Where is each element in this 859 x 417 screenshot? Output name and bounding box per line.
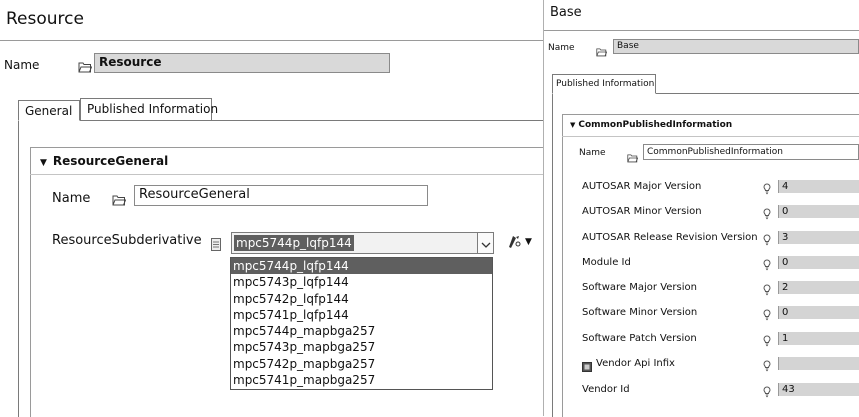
bulb-icon — [763, 180, 771, 195]
vendor-api-icon — [582, 357, 592, 376]
property-label: Vendor Api Infix — [596, 358, 675, 369]
common-name-label: Name — [579, 148, 606, 158]
property-value[interactable]: 0 — [778, 205, 859, 218]
property-value[interactable]: 1 — [778, 332, 859, 345]
property-label: Software Major Version — [582, 282, 697, 293]
property-label: Module Id — [582, 257, 631, 268]
subderivative-label: ResourceSubderivative — [52, 233, 202, 248]
right-panel: Base Name Base Published Information ▼ Co… — [544, 0, 859, 417]
property-value[interactable]: 43 — [778, 383, 859, 396]
folder-icon — [627, 148, 639, 167]
property-value[interactable]: 4 — [778, 180, 859, 193]
section-divider — [30, 174, 543, 175]
name-label: Name — [4, 58, 40, 72]
property-value[interactable]: 3 — [778, 231, 859, 244]
combobox-selected-value: mpc5744p_lqfp144 — [234, 235, 354, 251]
panel-title: Base — [550, 5, 582, 20]
collapse-arrow-icon[interactable]: ▼ — [40, 158, 47, 168]
property-label: Software Patch Version — [582, 333, 697, 344]
tab-published-information[interactable]: Published Information — [80, 98, 218, 120]
left-panel: Resource Name Resource General Published… — [0, 0, 544, 417]
common-name-field[interactable]: CommonPublishedInformation — [643, 144, 859, 160]
property-label: AUTOSAR Major Version — [582, 181, 702, 192]
collapse-arrow-icon[interactable]: ▼ — [570, 121, 575, 129]
document-icon — [211, 236, 221, 255]
panel-title: Resource — [6, 9, 84, 29]
property-value[interactable]: 0 — [778, 256, 859, 269]
wizard-menu-button[interactable]: ▼ — [507, 235, 537, 251]
tab-general[interactable]: General — [18, 100, 80, 121]
section-header[interactable]: ▼ CommonPublishedInformation — [570, 120, 732, 130]
caret-down-icon: ▼ — [525, 237, 532, 247]
subderivative-combobox[interactable]: mpc5744p_lqfp144 — [231, 232, 494, 254]
section-divider — [562, 136, 859, 137]
name-field[interactable]: Base — [613, 39, 859, 54]
folder-icon — [112, 191, 127, 210]
dropdown-option[interactable]: mpc5742p_lqfp144 — [231, 291, 492, 307]
bulb-icon — [763, 256, 771, 271]
section-title: ResourceGeneral — [52, 154, 169, 168]
dropdown-button[interactable] — [477, 232, 494, 254]
dropdown-option[interactable]: mpc5741p_mapbga257 — [231, 372, 492, 388]
bulb-icon — [763, 332, 771, 347]
property-value[interactable] — [778, 357, 859, 370]
resource-general-name-field[interactable]: ResourceGeneral — [134, 185, 428, 206]
section-header[interactable]: ▼ ResourceGeneral — [40, 154, 168, 168]
chevron-down-icon — [481, 236, 491, 255]
wand-icon — [507, 235, 521, 254]
dropdown-option[interactable]: mpc5744p_mapbga257 — [231, 323, 492, 339]
header-divider — [544, 30, 859, 31]
bulb-icon — [763, 306, 771, 321]
property-label: Software Minor Version — [582, 307, 698, 318]
folder-icon — [78, 58, 93, 77]
bulb-icon — [763, 281, 771, 296]
dropdown-option[interactable]: mpc5744p_lqfp144 — [231, 258, 492, 275]
property-label: Vendor Id — [582, 384, 630, 395]
header-divider — [0, 40, 543, 41]
folder-icon — [596, 42, 608, 61]
dropdown-option[interactable]: mpc5743p_mapbga257 — [231, 339, 492, 355]
dropdown-option[interactable]: mpc5743p_lqfp144 — [231, 274, 492, 290]
resource-general-name-label: Name — [52, 191, 91, 206]
bulb-icon — [763, 231, 771, 246]
subderivative-dropdown-list: mpc5744p_lqfp144 mpc5743p_lqfp144 mpc574… — [230, 257, 493, 390]
name-label: Name — [548, 43, 575, 53]
property-label: AUTOSAR Minor Version — [582, 206, 702, 217]
bulb-icon — [763, 383, 771, 398]
bulb-icon — [763, 205, 771, 220]
section-title: CommonPublishedInformation — [578, 120, 733, 130]
property-value[interactable]: 2 — [778, 281, 859, 294]
name-field[interactable]: Resource — [94, 53, 390, 73]
dropdown-option[interactable]: mpc5741p_lqfp144 — [231, 307, 492, 323]
tab-published-information[interactable]: Published Information — [552, 74, 656, 94]
property-value[interactable]: 0 — [778, 306, 859, 319]
bulb-icon — [763, 357, 771, 372]
dropdown-option[interactable]: mpc5742p_mapbga257 — [231, 356, 492, 372]
property-label: AUTOSAR Release Revision Version — [582, 232, 758, 243]
